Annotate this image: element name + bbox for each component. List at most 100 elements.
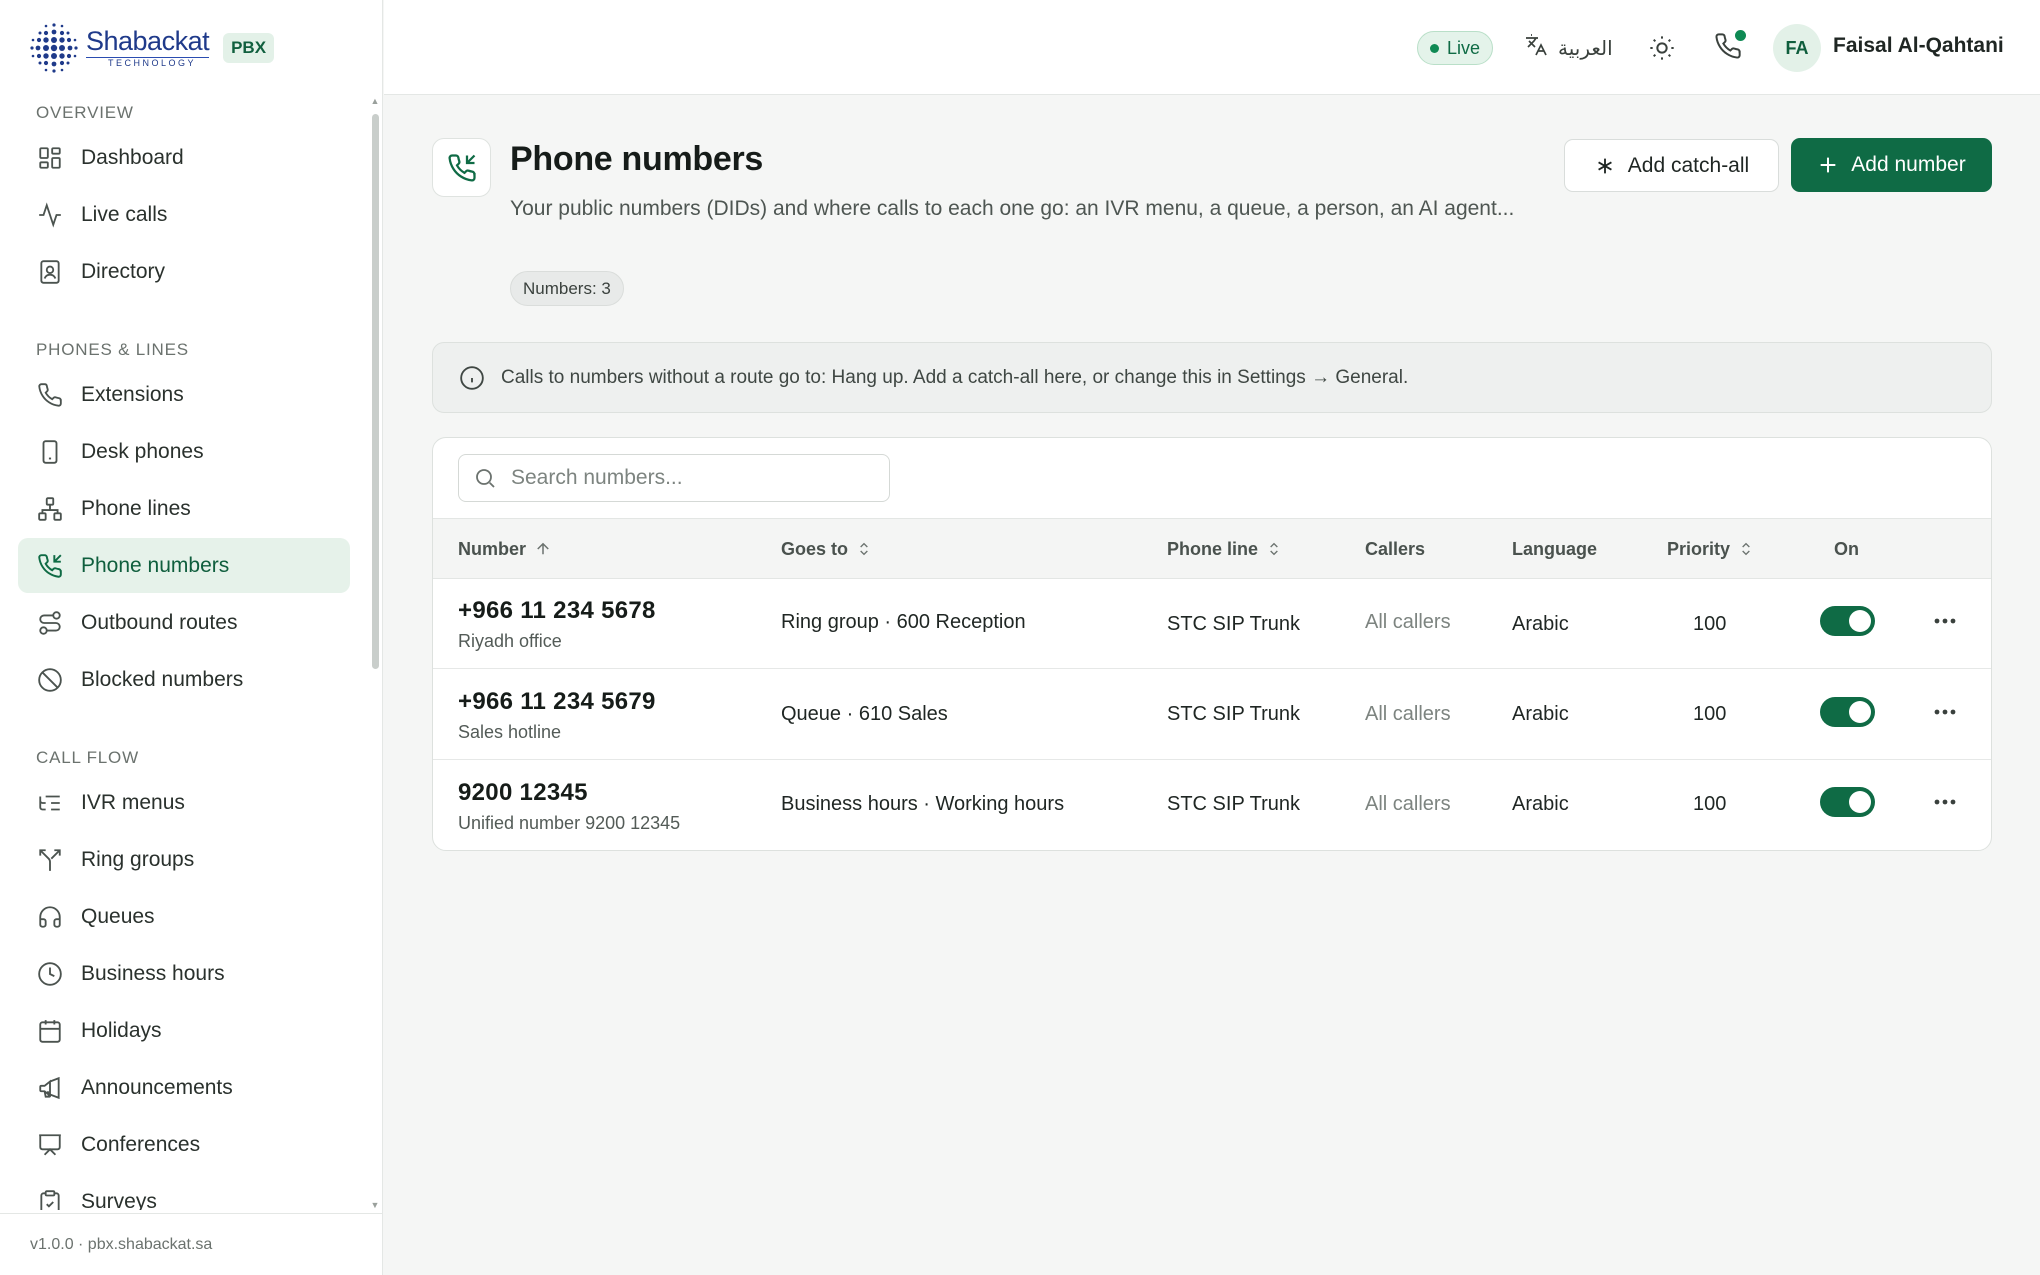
- column-header-number[interactable]: Number: [458, 519, 552, 579]
- sidebar-item-label: Outbound routes: [81, 610, 238, 634]
- user-name[interactable]: Faisal Al-Qahtani: [1833, 34, 2004, 58]
- table-header: Number Goes to Phone line Callers Langua…: [433, 518, 1991, 579]
- language-cell: Arabic: [1512, 613, 1569, 635]
- add-catch-all-button[interactable]: Add catch-all: [1564, 139, 1779, 192]
- column-header-goes-to[interactable]: Goes to: [781, 519, 872, 579]
- calendar-icon: [36, 1017, 64, 1045]
- language-toggle-button[interactable]: العربية: [1524, 30, 1613, 66]
- scroll-up-arrow-icon[interactable]: ▲: [370, 96, 380, 106]
- sidebar-item-phone-lines[interactable]: Phone lines: [18, 481, 350, 536]
- phone-line-cell: STC SIP Trunk: [1167, 793, 1301, 815]
- sidebar-item-announcements[interactable]: Announcements: [18, 1060, 350, 1115]
- sort-icon: [1266, 540, 1282, 558]
- more-actions-icon[interactable]: [1930, 609, 1960, 633]
- sidebar-item-phone-numbers[interactable]: Phone numbers: [18, 538, 350, 593]
- sidebar-item-business-hours[interactable]: Business hours: [18, 946, 350, 1001]
- goes-to-cell: Queue · 610 Sales: [781, 703, 948, 725]
- callers-cell: All callers: [1365, 793, 1451, 815]
- nav-section-title: CALL FLOW: [36, 748, 139, 767]
- sidebar-item-ring-groups[interactable]: Ring groups: [18, 832, 350, 887]
- table-row[interactable]: +966 11 234 5678 Riyadh office Ring grou…: [433, 579, 1991, 669]
- phone-incoming-icon: [36, 552, 64, 580]
- brand[interactable]: Shabackat TECHNOLOGY PBX: [28, 18, 275, 78]
- priority-cell: 100: [1693, 613, 1727, 635]
- sidebar-item-conferences[interactable]: Conferences: [18, 1117, 350, 1172]
- table-row[interactable]: +966 11 234 5679 Sales hotline Queue · 6…: [433, 670, 1991, 760]
- pbx-badge: PBX: [223, 33, 275, 63]
- device-icon: [36, 438, 64, 466]
- sidebar-item-queues[interactable]: Queues: [18, 889, 350, 944]
- enabled-toggle[interactable]: [1820, 787, 1875, 817]
- goes-to-cell: Ring group · 600 Reception: [781, 611, 1026, 633]
- sidebar-nav: OVERVIEW Dashboard Live calls Directory …: [18, 95, 350, 1210]
- scroll-down-arrow-icon[interactable]: ▼: [370, 1200, 380, 1210]
- nav-section-title: OVERVIEW: [36, 103, 134, 122]
- version-footer: v1.0.0 · pbx.shabackat.sa: [0, 1213, 383, 1275]
- sidebar-item-extensions[interactable]: Extensions: [18, 367, 350, 422]
- sidebar-scrollbar[interactable]: ▲ ▼: [370, 96, 380, 1210]
- priority-cell: 100: [1693, 793, 1727, 815]
- sidebar-item-directory[interactable]: Directory: [18, 244, 350, 299]
- ban-icon: [36, 666, 64, 694]
- more-actions-icon[interactable]: [1930, 700, 1960, 724]
- info-icon: [459, 365, 485, 391]
- sidebar-item-label: Announcements: [81, 1075, 233, 1099]
- column-header-label: Language: [1512, 539, 1598, 559]
- live-dot-icon: [1430, 43, 1439, 53]
- sidebar-item-label: Surveys: [81, 1189, 157, 1211]
- avatar[interactable]: FA: [1773, 24, 1821, 72]
- goes-to-cell: Business hours · Working hours: [781, 793, 1065, 815]
- sort-ascending-icon: [534, 540, 552, 558]
- column-header-label: Priority: [1667, 539, 1731, 559]
- page-title: Phone numbers: [510, 140, 764, 178]
- column-header-label: Goes to: [781, 539, 849, 559]
- catch-all-info-banner: Calls to numbers without a route go to: …: [432, 342, 1992, 413]
- callers-cell: All callers: [1365, 703, 1451, 725]
- network-icon: [36, 495, 64, 523]
- clock-icon: [36, 960, 64, 988]
- search-box[interactable]: [458, 454, 890, 502]
- sidebar-item-outbound-routes[interactable]: Outbound routes: [18, 595, 350, 650]
- column-header-phone-line[interactable]: Phone line: [1167, 519, 1282, 579]
- contact-book-icon: [36, 258, 64, 286]
- sidebar-item-dashboard[interactable]: Dashboard: [18, 130, 350, 185]
- table-row[interactable]: 9200 12345 Unified number 9200 12345 Bus…: [433, 761, 1991, 850]
- page-description: Your public numbers (DIDs) and where cal…: [510, 197, 1515, 220]
- phone-incoming-icon: [432, 138, 491, 197]
- headphones-icon: [36, 903, 64, 931]
- more-actions-icon[interactable]: [1930, 790, 1960, 814]
- sidebar-item-blocked-numbers[interactable]: Blocked numbers: [18, 652, 350, 707]
- asterisk-icon: [1594, 155, 1616, 177]
- enabled-toggle[interactable]: [1820, 697, 1875, 727]
- phone-line-cell: STC SIP Trunk: [1167, 613, 1301, 635]
- priority-cell: 100: [1693, 703, 1727, 725]
- sidebar-item-desk-phones[interactable]: Desk phones: [18, 424, 350, 479]
- sun-icon[interactable]: [1648, 34, 1676, 62]
- sidebar-item-ivr-menus[interactable]: IVR menus: [18, 775, 350, 830]
- translate-icon: [1524, 33, 1548, 63]
- sidebar-item-live-calls[interactable]: Live calls: [18, 187, 350, 242]
- toggle-knob: [1849, 701, 1871, 723]
- phone-number-label: Riyadh office: [458, 631, 562, 651]
- phone-number-label: Sales hotline: [458, 722, 562, 742]
- list-tree-icon: [36, 789, 64, 817]
- enabled-toggle[interactable]: [1820, 606, 1875, 636]
- column-header-label: On: [1834, 539, 1859, 559]
- sidebar-item-holidays[interactable]: Holidays: [18, 1003, 350, 1058]
- phone-number: 9200 12345: [458, 779, 588, 806]
- sidebar-item-label: Phone lines: [81, 496, 191, 520]
- scroll-thumb[interactable]: [372, 114, 379, 669]
- phone-line-cell: STC SIP Trunk: [1167, 703, 1301, 725]
- column-header-priority[interactable]: Priority: [1667, 519, 1754, 579]
- shabackat-logo-icon: [30, 23, 78, 73]
- sidebar-item-surveys[interactable]: Surveys: [18, 1174, 350, 1210]
- language-label: العربية: [1558, 37, 1613, 60]
- search-input[interactable]: [511, 466, 871, 490]
- callers-cell: All callers: [1365, 611, 1451, 633]
- sidebar-item-label: Holidays: [81, 1018, 162, 1042]
- sidebar-item-label: Desk phones: [81, 439, 204, 463]
- search-icon: [473, 466, 497, 490]
- phone-number: +966 11 234 5678: [458, 597, 656, 624]
- add-number-button[interactable]: Add number: [1791, 138, 1992, 192]
- language-cell: Arabic: [1512, 703, 1569, 725]
